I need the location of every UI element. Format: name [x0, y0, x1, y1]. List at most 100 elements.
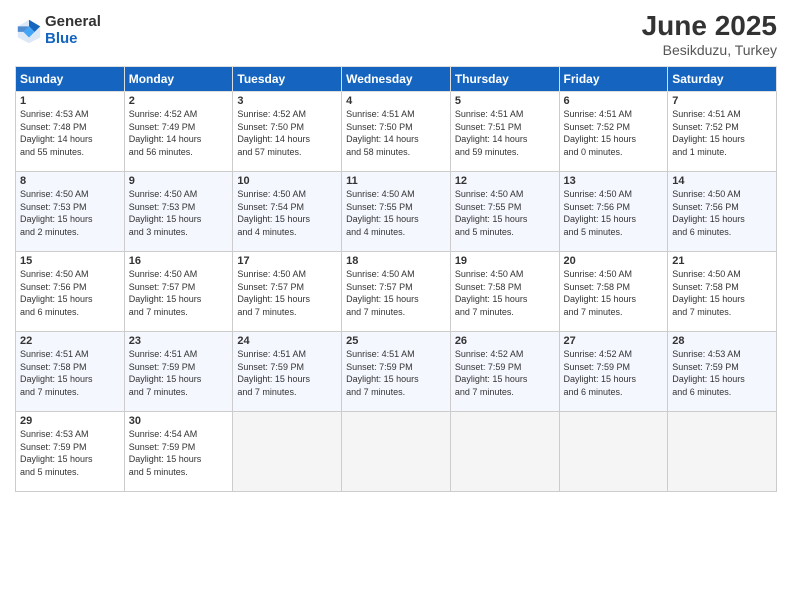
logo-general-text: General [45, 14, 101, 31]
cell-info: Sunrise: 4:51 AM Sunset: 7:52 PM Dayligh… [672, 108, 772, 158]
day-number: 4 [346, 95, 446, 107]
calendar-day-header: Wednesday [342, 67, 451, 92]
day-number: 3 [237, 95, 337, 107]
day-number: 21 [672, 255, 772, 267]
calendar-cell: 3Sunrise: 4:52 AM Sunset: 7:50 PM Daylig… [233, 92, 342, 172]
location: Besikduzu, Turkey [642, 42, 777, 58]
title-block: June 2025 Besikduzu, Turkey [642, 10, 777, 58]
day-number: 24 [237, 335, 337, 347]
day-number: 27 [564, 335, 664, 347]
calendar-cell [450, 412, 559, 492]
cell-info: Sunrise: 4:51 AM Sunset: 7:59 PM Dayligh… [346, 348, 446, 398]
cell-info: Sunrise: 4:53 AM Sunset: 7:59 PM Dayligh… [20, 428, 120, 478]
cell-info: Sunrise: 4:52 AM Sunset: 7:59 PM Dayligh… [564, 348, 664, 398]
day-number: 2 [129, 95, 229, 107]
day-number: 17 [237, 255, 337, 267]
cell-info: Sunrise: 4:50 AM Sunset: 7:56 PM Dayligh… [20, 268, 120, 318]
day-number: 18 [346, 255, 446, 267]
calendar-cell: 16Sunrise: 4:50 AM Sunset: 7:57 PM Dayli… [124, 252, 233, 332]
calendar-cell: 11Sunrise: 4:50 AM Sunset: 7:55 PM Dayli… [342, 172, 451, 252]
cell-info: Sunrise: 4:51 AM Sunset: 7:58 PM Dayligh… [20, 348, 120, 398]
calendar-cell: 5Sunrise: 4:51 AM Sunset: 7:51 PM Daylig… [450, 92, 559, 172]
calendar-cell: 30Sunrise: 4:54 AM Sunset: 7:59 PM Dayli… [124, 412, 233, 492]
cell-info: Sunrise: 4:50 AM Sunset: 7:56 PM Dayligh… [564, 188, 664, 238]
cell-info: Sunrise: 4:53 AM Sunset: 7:48 PM Dayligh… [20, 108, 120, 158]
day-number: 9 [129, 175, 229, 187]
day-number: 29 [20, 415, 120, 427]
calendar-header-row: SundayMondayTuesdayWednesdayThursdayFrid… [16, 67, 777, 92]
cell-info: Sunrise: 4:52 AM Sunset: 7:49 PM Dayligh… [129, 108, 229, 158]
cell-info: Sunrise: 4:50 AM Sunset: 7:58 PM Dayligh… [672, 268, 772, 318]
calendar-cell: 9Sunrise: 4:50 AM Sunset: 7:53 PM Daylig… [124, 172, 233, 252]
day-number: 12 [455, 175, 555, 187]
calendar-cell: 29Sunrise: 4:53 AM Sunset: 7:59 PM Dayli… [16, 412, 125, 492]
logo-icon [15, 17, 43, 45]
calendar-cell: 15Sunrise: 4:50 AM Sunset: 7:56 PM Dayli… [16, 252, 125, 332]
calendar-cell: 17Sunrise: 4:50 AM Sunset: 7:57 PM Dayli… [233, 252, 342, 332]
day-number: 8 [20, 175, 120, 187]
day-number: 11 [346, 175, 446, 187]
calendar-cell: 7Sunrise: 4:51 AM Sunset: 7:52 PM Daylig… [668, 92, 777, 172]
cell-info: Sunrise: 4:54 AM Sunset: 7:59 PM Dayligh… [129, 428, 229, 478]
cell-info: Sunrise: 4:50 AM Sunset: 7:58 PM Dayligh… [455, 268, 555, 318]
day-number: 14 [672, 175, 772, 187]
day-number: 7 [672, 95, 772, 107]
logo: General Blue [15, 14, 101, 47]
calendar-page: General Blue June 2025 Besikduzu, Turkey… [0, 0, 792, 612]
day-number: 30 [129, 415, 229, 427]
calendar-cell: 27Sunrise: 4:52 AM Sunset: 7:59 PM Dayli… [559, 332, 668, 412]
cell-info: Sunrise: 4:51 AM Sunset: 7:59 PM Dayligh… [237, 348, 337, 398]
calendar-cell: 28Sunrise: 4:53 AM Sunset: 7:59 PM Dayli… [668, 332, 777, 412]
calendar-week-row: 29Sunrise: 4:53 AM Sunset: 7:59 PM Dayli… [16, 412, 777, 492]
day-number: 16 [129, 255, 229, 267]
calendar-week-row: 1Sunrise: 4:53 AM Sunset: 7:48 PM Daylig… [16, 92, 777, 172]
cell-info: Sunrise: 4:51 AM Sunset: 7:59 PM Dayligh… [129, 348, 229, 398]
calendar-cell: 20Sunrise: 4:50 AM Sunset: 7:58 PM Dayli… [559, 252, 668, 332]
calendar-cell: 19Sunrise: 4:50 AM Sunset: 7:58 PM Dayli… [450, 252, 559, 332]
day-number: 28 [672, 335, 772, 347]
cell-info: Sunrise: 4:51 AM Sunset: 7:50 PM Dayligh… [346, 108, 446, 158]
day-number: 25 [346, 335, 446, 347]
calendar-cell: 25Sunrise: 4:51 AM Sunset: 7:59 PM Dayli… [342, 332, 451, 412]
day-number: 13 [564, 175, 664, 187]
calendar-day-header: Sunday [16, 67, 125, 92]
cell-info: Sunrise: 4:50 AM Sunset: 7:53 PM Dayligh… [20, 188, 120, 238]
calendar-cell: 14Sunrise: 4:50 AM Sunset: 7:56 PM Dayli… [668, 172, 777, 252]
day-number: 20 [564, 255, 664, 267]
calendar-day-header: Monday [124, 67, 233, 92]
calendar-cell: 22Sunrise: 4:51 AM Sunset: 7:58 PM Dayli… [16, 332, 125, 412]
calendar-cell: 24Sunrise: 4:51 AM Sunset: 7:59 PM Dayli… [233, 332, 342, 412]
calendar-cell [668, 412, 777, 492]
header: General Blue June 2025 Besikduzu, Turkey [15, 10, 777, 58]
cell-info: Sunrise: 4:52 AM Sunset: 7:50 PM Dayligh… [237, 108, 337, 158]
cell-info: Sunrise: 4:50 AM Sunset: 7:57 PM Dayligh… [346, 268, 446, 318]
calendar-cell: 21Sunrise: 4:50 AM Sunset: 7:58 PM Dayli… [668, 252, 777, 332]
day-number: 15 [20, 255, 120, 267]
calendar-cell: 23Sunrise: 4:51 AM Sunset: 7:59 PM Dayli… [124, 332, 233, 412]
calendar-cell: 13Sunrise: 4:50 AM Sunset: 7:56 PM Dayli… [559, 172, 668, 252]
cell-info: Sunrise: 4:50 AM Sunset: 7:57 PM Dayligh… [129, 268, 229, 318]
day-number: 19 [455, 255, 555, 267]
calendar-week-row: 15Sunrise: 4:50 AM Sunset: 7:56 PM Dayli… [16, 252, 777, 332]
cell-info: Sunrise: 4:50 AM Sunset: 7:55 PM Dayligh… [455, 188, 555, 238]
calendar-week-row: 8Sunrise: 4:50 AM Sunset: 7:53 PM Daylig… [16, 172, 777, 252]
cell-info: Sunrise: 4:50 AM Sunset: 7:56 PM Dayligh… [672, 188, 772, 238]
calendar-cell: 18Sunrise: 4:50 AM Sunset: 7:57 PM Dayli… [342, 252, 451, 332]
calendar-cell: 8Sunrise: 4:50 AM Sunset: 7:53 PM Daylig… [16, 172, 125, 252]
calendar-cell: 2Sunrise: 4:52 AM Sunset: 7:49 PM Daylig… [124, 92, 233, 172]
cell-info: Sunrise: 4:50 AM Sunset: 7:57 PM Dayligh… [237, 268, 337, 318]
logo-blue-text: Blue [45, 31, 101, 48]
day-number: 22 [20, 335, 120, 347]
calendar-cell: 6Sunrise: 4:51 AM Sunset: 7:52 PM Daylig… [559, 92, 668, 172]
cell-info: Sunrise: 4:50 AM Sunset: 7:58 PM Dayligh… [564, 268, 664, 318]
cell-info: Sunrise: 4:50 AM Sunset: 7:54 PM Dayligh… [237, 188, 337, 238]
calendar-cell: 4Sunrise: 4:51 AM Sunset: 7:50 PM Daylig… [342, 92, 451, 172]
cell-info: Sunrise: 4:53 AM Sunset: 7:59 PM Dayligh… [672, 348, 772, 398]
logo-text: General Blue [45, 14, 101, 47]
cell-info: Sunrise: 4:52 AM Sunset: 7:59 PM Dayligh… [455, 348, 555, 398]
day-number: 23 [129, 335, 229, 347]
cell-info: Sunrise: 4:51 AM Sunset: 7:51 PM Dayligh… [455, 108, 555, 158]
calendar-day-header: Saturday [668, 67, 777, 92]
cell-info: Sunrise: 4:50 AM Sunset: 7:53 PM Dayligh… [129, 188, 229, 238]
calendar-cell: 26Sunrise: 4:52 AM Sunset: 7:59 PM Dayli… [450, 332, 559, 412]
